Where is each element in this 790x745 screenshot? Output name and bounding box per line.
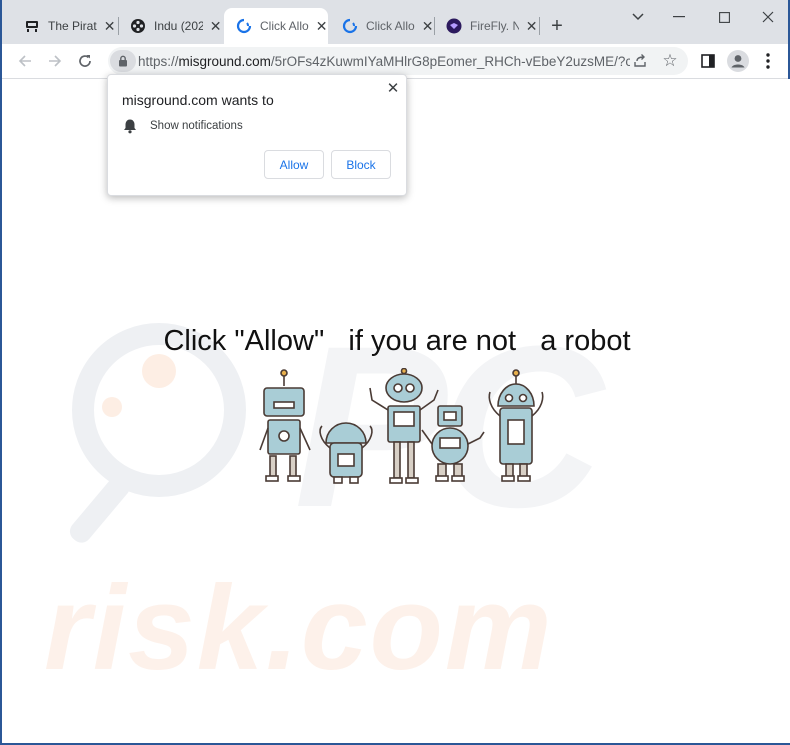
address-bar[interactable]: https://misground.com/5rOFs4zKuwmIYaMHlr…: [108, 47, 688, 75]
allow-button[interactable]: Allow: [264, 150, 324, 179]
tab-click-allow[interactable]: Click Allo ✕: [330, 8, 434, 44]
bell-icon: [123, 118, 137, 134]
block-button[interactable]: Block: [331, 150, 391, 179]
url-host: misground.com: [178, 54, 271, 69]
new-tab-button[interactable]: +: [545, 14, 569, 38]
tab-strip: The Pirat ✕ Indu (202 ✕ Click Allo ✕ Cli…: [2, 0, 788, 44]
more-menu-icon[interactable]: [756, 49, 780, 73]
tab-indu[interactable]: Indu (202 ✕: [118, 8, 222, 44]
lock-icon[interactable]: [110, 50, 136, 72]
side-panel-icon[interactable]: [696, 49, 720, 73]
watermark-dot: [102, 397, 122, 417]
tab-title: Indu (202: [154, 19, 204, 33]
tab-search-icon[interactable]: [623, 6, 653, 28]
tab-title: FireFly. N: [470, 19, 520, 33]
firefly-icon: [446, 18, 462, 34]
tab-title: The Pirat: [48, 19, 97, 33]
tab-title: Click Allo: [260, 19, 309, 33]
close-icon[interactable]: ✕: [384, 79, 402, 97]
tab-separator: [539, 17, 540, 35]
robots-illustration: [259, 368, 544, 484]
film-reel-icon: [130, 18, 146, 34]
maximize-button[interactable]: [709, 6, 739, 28]
share-icon[interactable]: [630, 51, 650, 71]
tab-click-allow-active[interactable]: Click Allo ✕: [224, 8, 328, 44]
close-tab-icon[interactable]: ✕: [209, 18, 222, 34]
back-button[interactable]: [13, 49, 37, 73]
prompt-title: misground.com wants to: [122, 92, 274, 108]
watermark-magnifier-handle: [65, 471, 135, 547]
watermark-dot: [142, 354, 176, 388]
close-tab-icon[interactable]: ✕: [421, 18, 434, 34]
close-tab-icon[interactable]: ✕: [103, 18, 116, 34]
pirate-ship-icon: [24, 18, 40, 34]
page-headline: Click "Allow" if you are not a robot: [163, 325, 631, 357]
reload-button[interactable]: [73, 49, 97, 73]
tab-the-pirate[interactable]: The Pirat ✕: [12, 8, 116, 44]
forward-button[interactable]: [43, 49, 67, 73]
url-scheme: https://: [138, 54, 179, 69]
minimize-button[interactable]: [664, 6, 694, 28]
profile-avatar-icon[interactable]: [726, 49, 750, 73]
tab-title: Click Allo: [366, 19, 415, 33]
notification-permission-prompt: misground.com wants to ✕ Show notificati…: [107, 74, 407, 196]
url-text[interactable]: https://misground.com/5rOFs4zKuwmIYaMHlr…: [138, 54, 630, 69]
url-path: /5rOFs4zKuwmIYaMHlrG8pEomer_RHCh-vEbeY2u…: [270, 54, 630, 69]
close-window-button[interactable]: [753, 6, 783, 28]
close-tab-icon[interactable]: ✕: [315, 18, 328, 34]
watermark-logo-risk: risk.com: [44, 561, 554, 695]
tab-firefly[interactable]: FireFly. N ✕: [434, 8, 538, 44]
loading-spinner-icon: [236, 18, 252, 34]
close-tab-icon[interactable]: ✕: [525, 18, 538, 34]
bookmark-star-icon[interactable]: ☆: [660, 51, 680, 71]
browser-window: The Pirat ✕ Indu (202 ✕ Click Allo ✕ Cli…: [0, 0, 790, 745]
permission-label: Show notifications: [150, 120, 243, 132]
loading-spinner-icon: [342, 18, 358, 34]
